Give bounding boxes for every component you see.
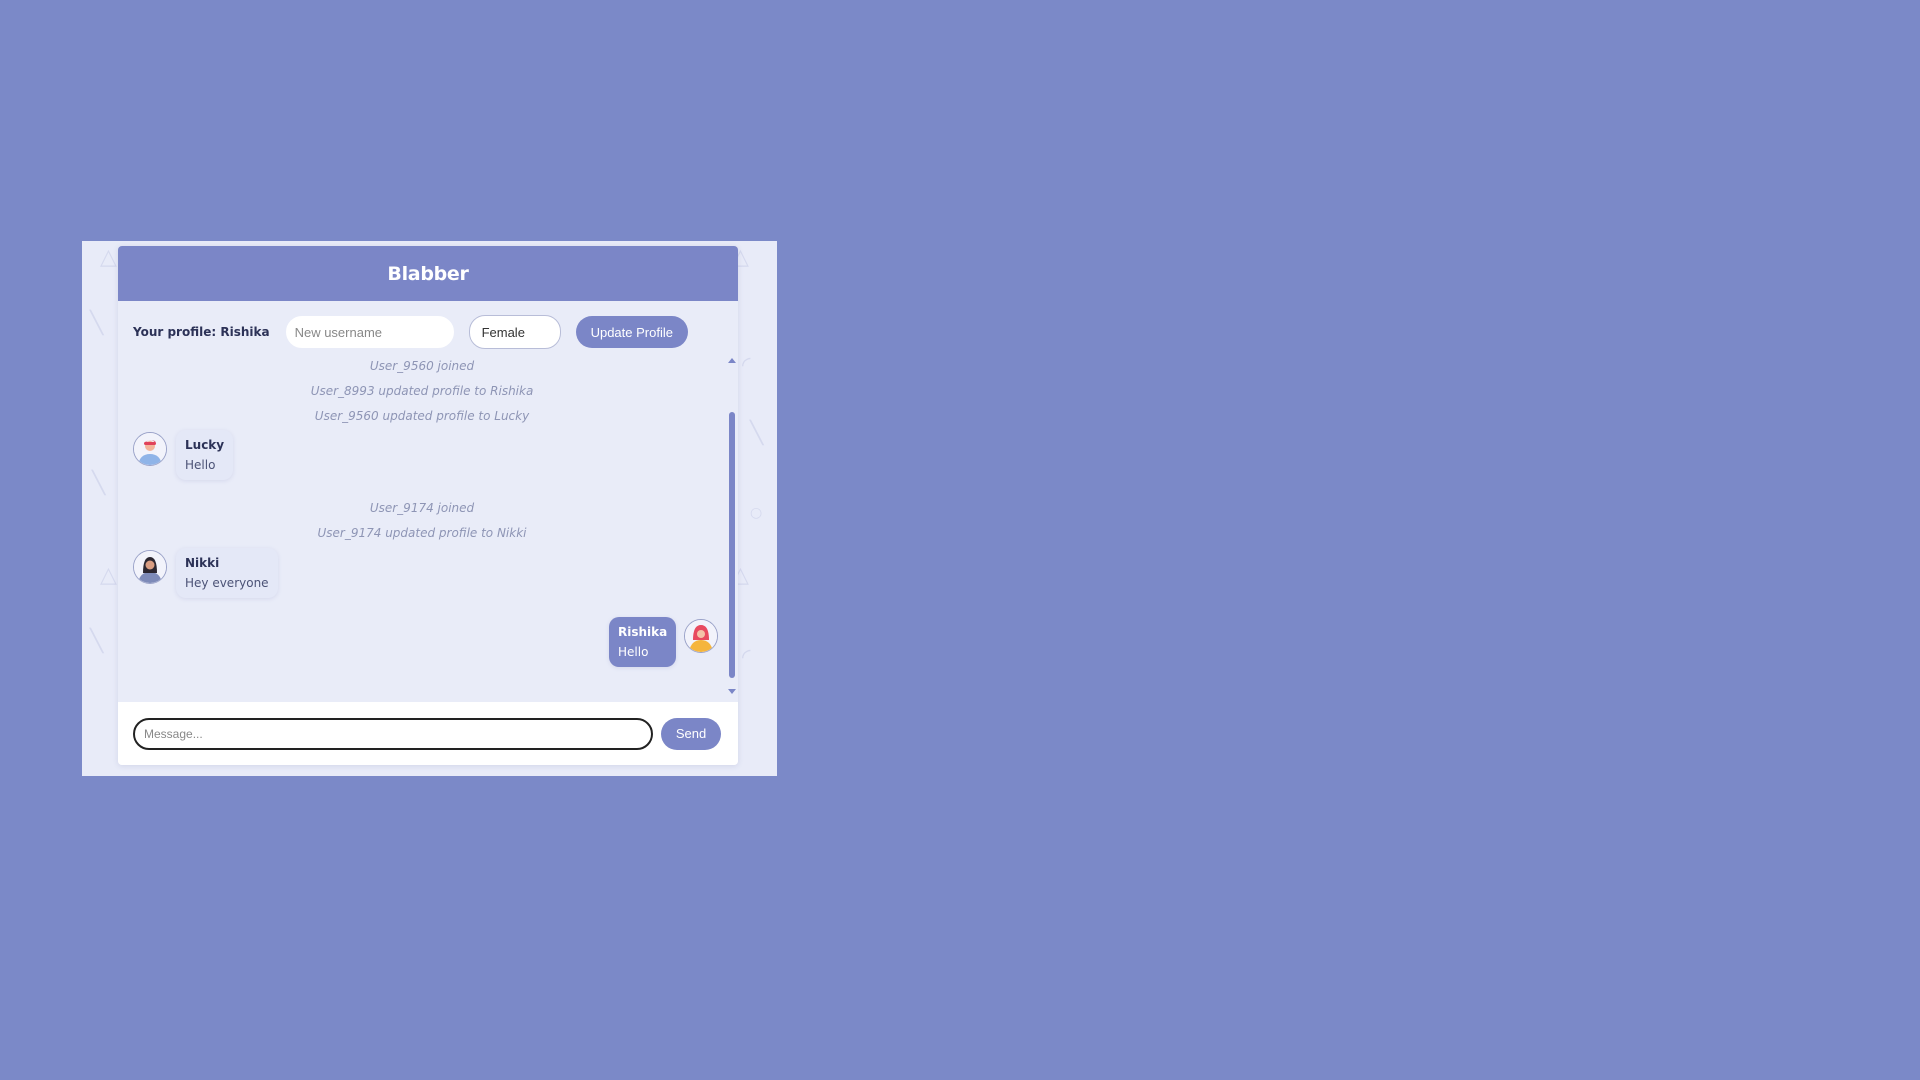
decor-line: ╲	[90, 629, 104, 654]
decor-arc: ◜	[742, 645, 751, 670]
profile-bar: Your profile: Rishika Female Update Prof…	[133, 315, 723, 349]
chat-window-frame: △ ╲ ╲ △ ╲ △ ◜ ╲ ○ △ ◜ Blabber Your profi…	[82, 241, 777, 776]
app-title: Blabber	[387, 262, 469, 285]
girl-avatar-icon	[133, 550, 167, 584]
send-button[interactable]: Send	[661, 717, 721, 750]
decor-triangle: △	[100, 563, 117, 588]
chat-message: Nikki Hey everyone	[133, 548, 278, 598]
system-message: User_9560 updated profile to Lucky	[314, 409, 530, 423]
decor-triangle: △	[100, 245, 117, 270]
chat-panel: Blabber Your profile: Rishika Female Upd…	[118, 246, 738, 765]
message-author: Lucky	[185, 438, 225, 452]
system-message: User_9174 updated profile to Nikki	[317, 526, 527, 540]
message-author: Rishika	[618, 625, 668, 639]
gender-select[interactable]: Female	[468, 315, 561, 349]
message-scrollbar[interactable]	[728, 356, 736, 696]
message-bubble: Nikki Hey everyone	[176, 548, 278, 598]
own-chat-message: Rishika Hello	[609, 617, 719, 667]
decor-line: ╲	[750, 421, 764, 446]
scroll-down-arrow-icon[interactable]	[728, 689, 736, 694]
message-list[interactable]: User_9560 joined User_8993 updated profi…	[118, 356, 726, 696]
chat-message: Lucky Hello	[133, 430, 234, 480]
message-bubble: Rishika Hello	[609, 617, 677, 667]
system-message: User_9560 joined	[369, 359, 475, 373]
message-input[interactable]	[133, 717, 653, 750]
profile-label: Your profile: Rishika	[133, 325, 270, 339]
girl-hood-avatar-icon	[684, 619, 719, 653]
app-header: Blabber	[118, 246, 738, 301]
boy-cap-avatar-icon	[133, 432, 167, 466]
system-message: User_9174 joined	[369, 501, 475, 515]
system-message: User_8993 updated profile to Rishika	[310, 384, 534, 398]
message-author: Nikki	[185, 556, 220, 570]
gender-select-value: Female	[481, 324, 525, 340]
message-text: Hey everyone	[185, 576, 269, 590]
update-profile-button[interactable]: Update Profile	[575, 316, 688, 348]
decor-circle: ○	[750, 505, 763, 521]
decor-line: ╲	[92, 471, 106, 496]
scroll-up-arrow-icon[interactable]	[728, 358, 736, 363]
message-text: Hello	[185, 458, 216, 472]
message-composer: Send	[118, 702, 738, 765]
decor-line: ╲	[90, 311, 104, 336]
decor-arc: ◜	[742, 353, 751, 378]
message-bubble: Lucky Hello	[176, 430, 234, 480]
username-input[interactable]	[285, 316, 454, 348]
message-text: Hello	[618, 645, 649, 659]
scroll-thumb[interactable]	[729, 412, 735, 678]
